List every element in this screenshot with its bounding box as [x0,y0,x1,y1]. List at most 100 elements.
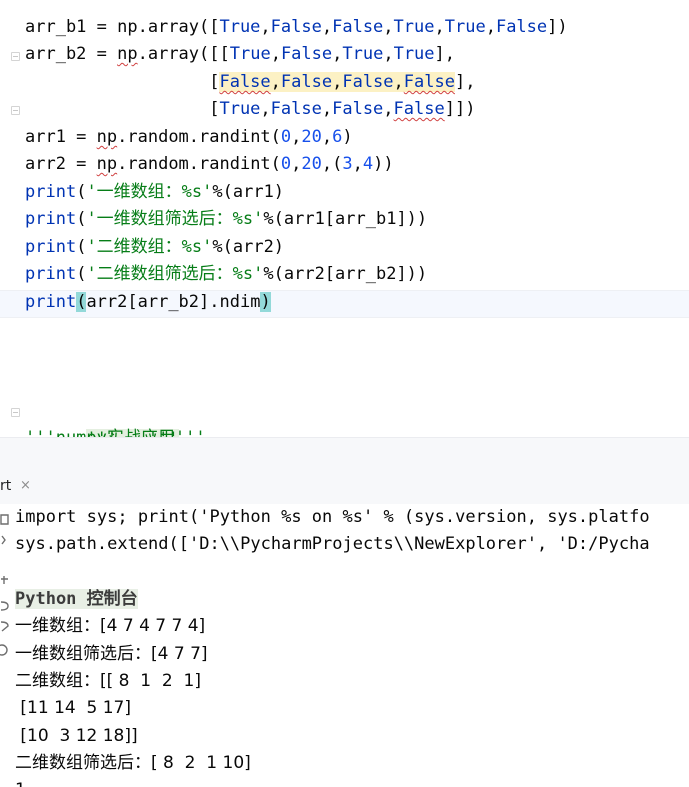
code-token: ], [434,44,456,64]
console-line-text: [10 3 12 18]] [15,726,138,746]
code-token: , [383,99,394,119]
more-icon[interactable] [0,620,10,634]
console-line: [11 14 5 17] [15,695,131,722]
code-line[interactable]: print('二维数组：%s'%(arr2) [25,234,284,261]
code-line[interactable]: print('一维数组筛选后：%s'%(arr1[arr_b1])) [25,206,427,233]
history-icon[interactable] [0,599,10,613]
code-token: False [332,99,384,119]
code-token: , [352,154,363,174]
code-token: True [342,44,384,64]
code-token: , [270,72,281,92]
code-token: 0 [280,127,292,147]
console-line-text: [11 14 5 17] [15,698,131,718]
code-token: , [270,44,281,64]
partial-next-line: '''numpy实战应用''' [25,425,206,437]
stop-icon[interactable] [0,534,10,548]
code-token: False [270,17,322,37]
python-console[interactable]: import sys; print('Python %s on %s' % (s… [0,504,689,787]
code-line[interactable]: print('一维数组：%s'%(arr1) [25,179,284,206]
code-token: '一维数组：%s' [86,182,213,202]
tab-close-icon[interactable]: × [20,468,31,504]
rerun-icon[interactable] [0,512,10,526]
code-token: True [444,17,486,37]
code-token: %(arr2[arr_b2])) [263,264,428,284]
code-token: True [393,44,435,64]
code-token: print [25,209,77,229]
code-token: , [260,99,271,119]
code-line[interactable]: [True,False,False,False]]) [25,96,475,123]
code-token: , [332,44,343,64]
code-token: np [96,154,118,174]
code-token: ], [454,72,476,92]
code-token: arr1 = [25,127,97,147]
code-token: False [280,44,333,64]
console-line: 一维数组：[4 7 4 7 7 4] [15,613,205,640]
code-token: , [383,44,394,64]
code-token: ,( [321,154,343,174]
console-tabbar: rt × [0,468,689,505]
code-line[interactable]: arr1 = np.random.randint(0,20,6) [25,124,353,151]
tool-window-separator [0,437,689,469]
console-line-text: 一维数组：[4 7 4 7 7 4] [15,616,206,636]
console-line: 1 [15,777,26,787]
fold-end-icon[interactable] [11,106,20,115]
console-line-text: sys.path.extend(['D:\\PycharmProjects\\N… [15,534,650,554]
console-line-text: 二维数组：[[ 8 1 2 1] [15,671,201,691]
code-token: )) [373,154,394,174]
code-token: print [25,182,77,202]
code-token: [ [25,99,220,119]
code-token: print [25,264,77,284]
code-token: np [96,127,118,147]
fold-start-icon[interactable] [11,52,20,61]
console-line-text: 二维数组筛选后：[ 8 2 1 10] [15,753,251,773]
code-token: %(arr1) [212,182,285,202]
code-token: False [495,17,548,37]
code-line[interactable]: arr_b1 = np.array([True,False,False,True… [25,14,568,41]
clock-icon[interactable] [0,643,10,657]
code-token: False [403,72,455,92]
code-token: arr_b2 = [25,44,118,64]
console-line: 二维数组：[[ 8 1 2 1] [15,668,201,695]
tab-console[interactable]: rt [0,468,11,504]
code-token: ( [76,182,87,202]
code-token: 6 [332,127,343,147]
code-token: %(arr1[arr_b1])) [263,209,428,229]
code-line[interactable]: print(arr2[arr_b2].ndim) [25,289,271,316]
code-token: .random.randint( [117,154,281,174]
folded-docstring[interactable]: '''...''' [25,399,179,437]
console-line-text: Python 控制台 [15,589,138,609]
code-token: ( [76,209,87,229]
code-token: 20 [301,127,322,147]
code-token: False [219,72,271,92]
code-line[interactable]: [False,False,False,False], [25,69,475,96]
code-editor[interactable]: arr_b1 = np.array([True,False,False,True… [0,0,689,437]
console-line: sys.path.extend(['D:\\PycharmProjects\\N… [15,531,650,558]
console-line-text: 1 [15,780,26,787]
code-token: , [291,154,302,174]
console-line: Python 控制台 [15,586,138,613]
code-token: , [383,17,394,37]
code-token: ) [260,292,271,312]
code-line[interactable]: print('二维数组筛选后：%s'%(arr2[arr_b2])) [25,261,427,288]
code-token: False [393,99,445,119]
fold-expand-icon[interactable] [11,408,20,417]
code-token: , [291,127,302,147]
code-token: False [342,72,394,92]
code-token: np [117,44,138,64]
code-token: .random.randint( [117,127,281,147]
code-line[interactable]: arr_b2 = np.array([[True,False,True,True… [25,41,455,68]
code-token: 3 [342,154,353,174]
console-line: import sys; print('Python %s on %s' % (s… [15,504,650,531]
console-line-text: import sys; print('Python %s on %s' % (s… [15,507,650,527]
code-token: .array([[ [137,44,230,64]
code-token: '一维数组筛选后：%s' [86,209,264,229]
settings-icon[interactable] [0,574,10,588]
code-token: arr_b1 = np.array([ [25,17,220,37]
code-line[interactable]: arr2 = np.random.randint(0,20,(3,4)) [25,151,394,178]
code-token: , [260,17,271,37]
code-token: print [25,237,77,257]
code-token: , [332,72,343,92]
code-token: '二维数组：%s' [86,237,213,257]
code-token: '二维数组筛选后：%s' [86,264,264,284]
code-token: True [229,44,271,64]
